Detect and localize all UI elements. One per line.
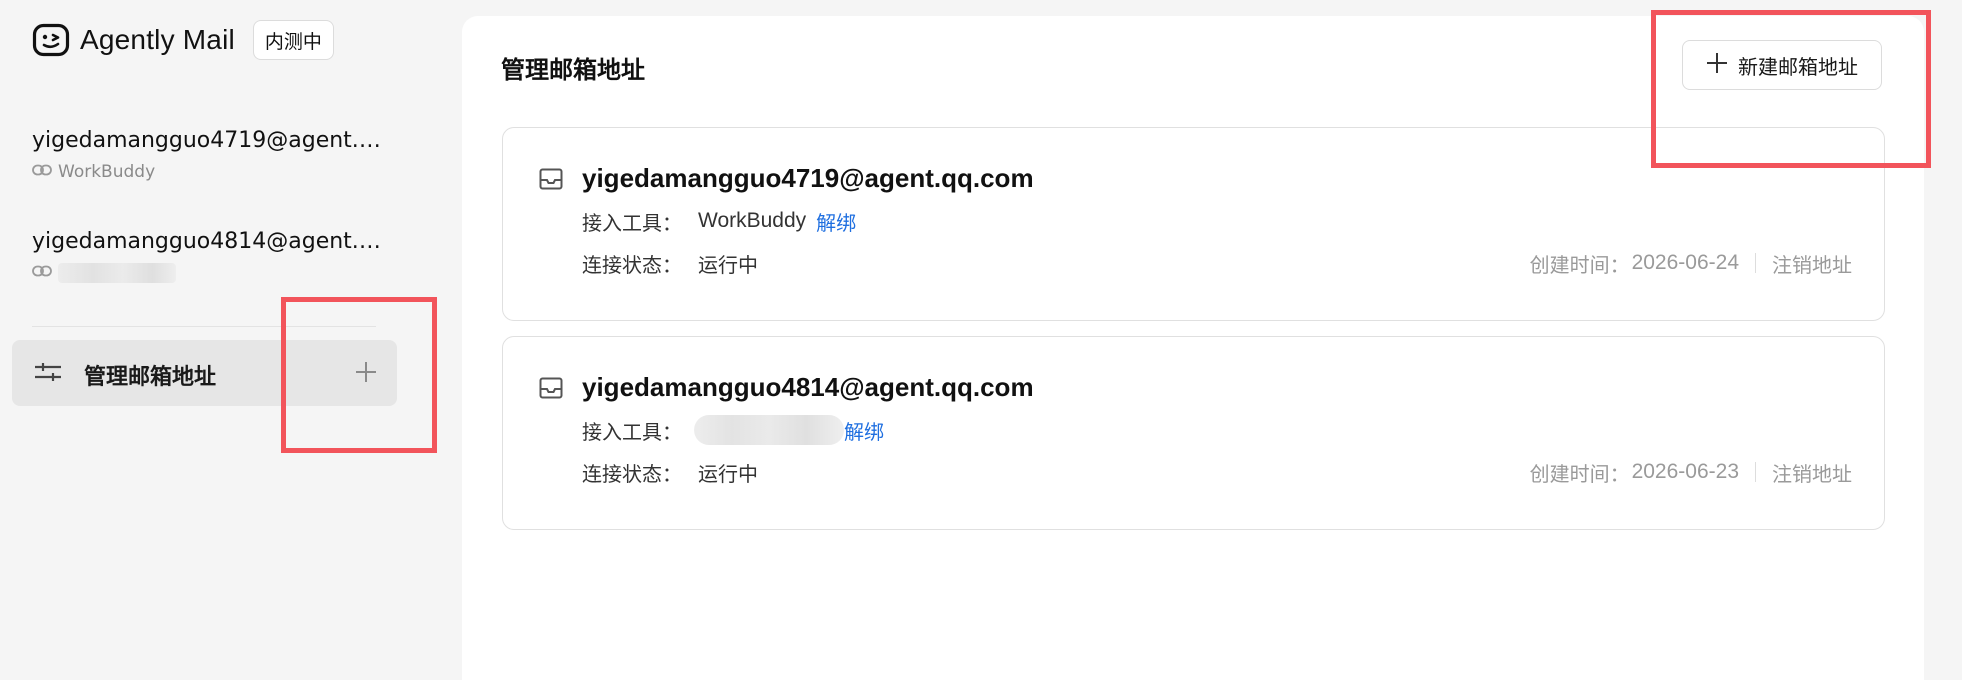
page-title: 管理邮箱地址 [501, 56, 645, 84]
sliders-icon [34, 360, 62, 388]
mailbox-card-status-row: 连接状态： 运行中 [582, 248, 758, 278]
revoke-address-link[interactable]: 注销地址 [1772, 458, 1852, 487]
highlight-box [281, 297, 437, 453]
sidebar-mailbox-address: yigedamangguo4719@agent.q... [32, 128, 382, 153]
brand: Agently Mail 内测中 [32, 19, 334, 61]
revoke-address-link[interactable]: 注销地址 [1772, 249, 1852, 278]
sidebar-mailbox-address: yigedamangguo4814@agent.q... [32, 229, 382, 254]
unbind-link[interactable]: 解绑 [844, 416, 884, 445]
status-label: 连接状态： [582, 252, 682, 277]
link-icon [32, 162, 58, 182]
mailbox-card-tool-row: 接入工具： 解绑 [582, 415, 884, 445]
tool-value: WorkBuddy [698, 209, 807, 232]
mailbox-card-meta: 创建时间： 2026-06-24 注销地址 [1530, 248, 1852, 278]
sidebar-mailbox-tool: WorkBuddy [32, 160, 392, 184]
mailbox-card: yigedamangguo4814@agent.qq.com 接入工具： 解绑 … [502, 336, 1885, 530]
created-label: 创建时间： [1529, 252, 1630, 277]
status-label: 连接状态： [582, 461, 682, 486]
sidebar-mailbox-item[interactable]: yigedamangguo4814@agent.q... [32, 227, 392, 285]
beta-badge: 内测中 [252, 20, 334, 60]
sidebar-mailbox-tool-name: WorkBuddy [58, 162, 156, 182]
mailbox-card-address: yigedamangguo4814@agent.qq.com [582, 372, 1034, 402]
highlight-box [1651, 10, 1931, 168]
blurred-tool-name [694, 415, 844, 445]
status-value: 运行中 [698, 461, 758, 486]
tool-label: 接入工具： [582, 419, 682, 444]
tool-label: 接入工具： [582, 210, 682, 235]
sidebar-mailbox-item[interactable]: yigedamangguo4719@agent.q... WorkBuddy [32, 126, 392, 184]
mailbox-card-meta: 创建时间： 2026-06-23 注销地址 [1530, 457, 1852, 487]
sidebar-mailbox-tool [32, 261, 392, 285]
inbox-icon [539, 377, 563, 403]
sidebar-item-label: 管理邮箱地址 [84, 365, 217, 390]
sidebar: Agently Mail 内测中 yigedamangguo4719@agent… [0, 0, 460, 680]
mailbox-card-tool-row: 接入工具： WorkBuddy 解绑 [582, 206, 856, 236]
brand-name: Agently Mail [80, 24, 235, 55]
meta-separator [1755, 462, 1756, 482]
inbox-icon [539, 168, 563, 194]
mailbox-card-address: yigedamangguo4719@agent.qq.com [582, 163, 1034, 193]
unbind-link[interactable]: 解绑 [816, 207, 856, 236]
status-value: 运行中 [698, 252, 758, 277]
created-label: 创建时间： [1529, 461, 1630, 486]
app-root: Agently Mail 内测中 yigedamangguo4719@agent… [0, 0, 1962, 680]
meta-separator [1755, 253, 1756, 273]
created-date: 2026-06-24 [1631, 251, 1739, 274]
smiley-logo-icon [32, 23, 70, 57]
mailbox-card-status-row: 连接状态： 运行中 [582, 457, 758, 487]
created-date: 2026-06-23 [1631, 460, 1739, 483]
blurred-tool-name [58, 263, 176, 283]
link-icon [32, 263, 58, 283]
